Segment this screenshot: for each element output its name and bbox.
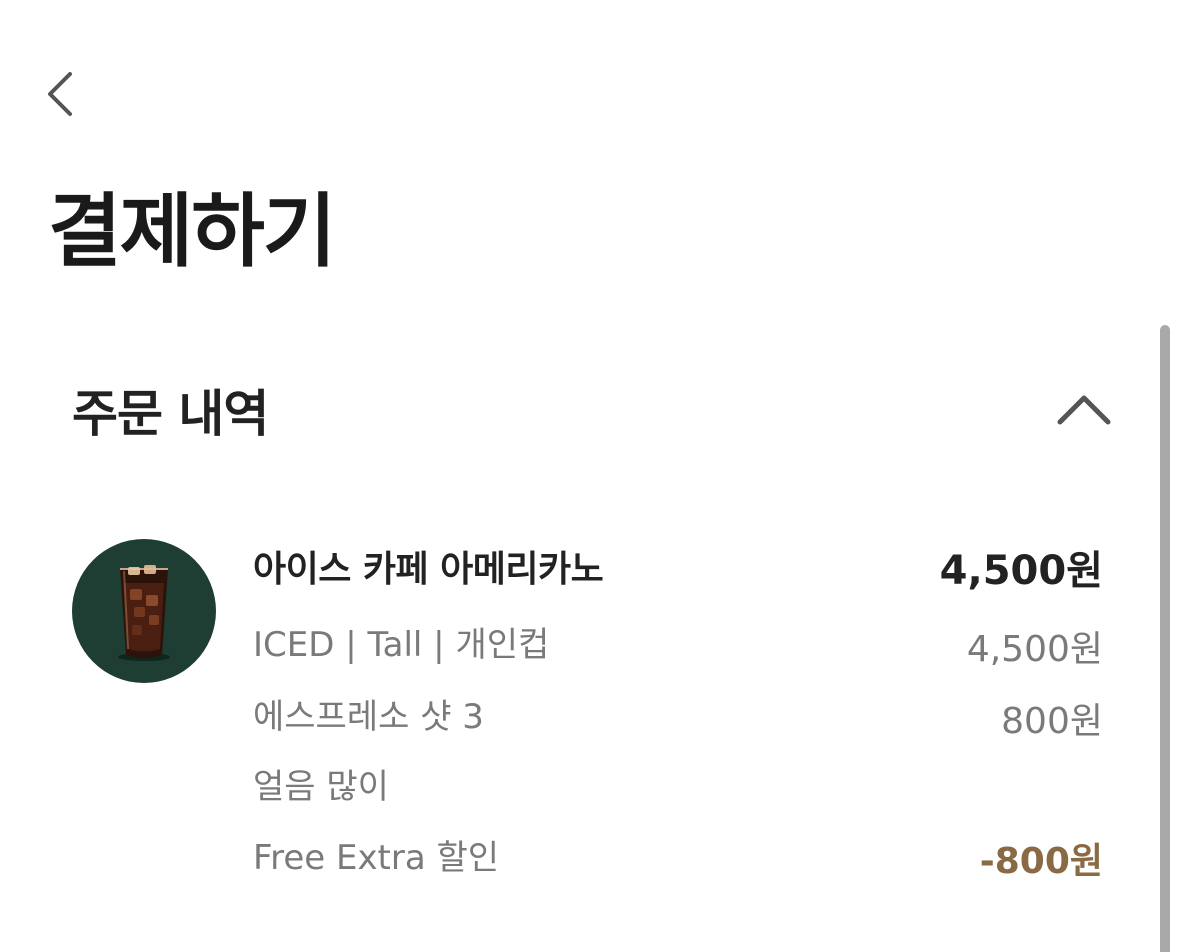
option-label: 얼음 많이 — [253, 767, 389, 807]
section-title: 주문 내역 — [72, 385, 269, 443]
item-name: 아이스 카페 아메리카노 — [253, 549, 604, 590]
item-price: 4,500원 — [939, 548, 1103, 594]
order-history-header[interactable]: 주문 내역 — [0, 360, 1150, 460]
discount-price: -800원 — [979, 841, 1103, 882]
product-image — [72, 539, 216, 683]
back-button[interactable] — [38, 62, 86, 126]
option-price: 800원 — [1001, 701, 1103, 742]
iced-coffee-cup-icon — [118, 565, 170, 661]
option-label: 에스프레소 샷 3 — [253, 697, 484, 737]
option-price: 4,500원 — [966, 629, 1103, 670]
scrollbar[interactable] — [1160, 325, 1170, 952]
page-title: 결제하기 — [48, 185, 336, 278]
option-label: ICED | Tall | 개인컵 — [253, 625, 550, 665]
chevron-up-icon[interactable] — [1055, 390, 1113, 430]
option-label: Free Extra 할인 — [253, 838, 500, 878]
chevron-left-icon — [48, 72, 72, 116]
checkout-page: 결제하기 주문 내역 아이스 카페 아메리카노 4,500원 ICED | Ta… — [0, 0, 1179, 952]
